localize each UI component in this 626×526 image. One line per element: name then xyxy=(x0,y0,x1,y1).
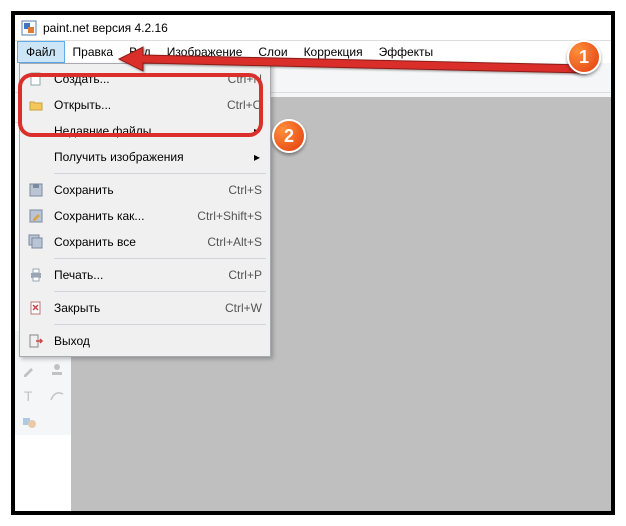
menu-item-new[interactable]: Создать... Ctrl+N xyxy=(22,66,268,92)
menu-item-close[interactable]: Закрыть Ctrl+W xyxy=(22,295,268,321)
menu-item-save-all[interactable]: Сохранить все Ctrl+Alt+S xyxy=(22,229,268,255)
submenu-arrow-icon: ▸ xyxy=(252,150,262,164)
tool-empty xyxy=(43,409,71,435)
tool-shapes[interactable] xyxy=(15,409,43,435)
menu-item-save-as[interactable]: Сохранить как... Ctrl+Shift+S xyxy=(22,203,268,229)
menu-adjustments[interactable]: Коррекция xyxy=(296,41,371,63)
menu-image[interactable]: Изображение xyxy=(159,41,251,63)
menu-separator xyxy=(54,258,266,259)
window-title: paint.net версия 4.2.16 xyxy=(43,21,168,35)
menu-file[interactable]: Файл xyxy=(17,41,65,63)
titlebar: paint.net версия 4.2.16 xyxy=(15,15,611,41)
menu-item-acquire[interactable]: Получить изображения ▸ xyxy=(22,144,268,170)
menu-separator xyxy=(54,291,266,292)
save-all-icon xyxy=(22,234,50,250)
file-menu-dropdown: Создать... Ctrl+N Открыть... Ctrl+O Неда… xyxy=(19,63,271,357)
menubar: Файл Правка Вид Изображение Слои Коррекц… xyxy=(15,41,611,63)
save-icon xyxy=(22,182,50,198)
annotation-marker-2: 2 xyxy=(272,119,306,153)
tool-line[interactable] xyxy=(43,383,71,409)
tool-recolor[interactable] xyxy=(15,357,43,383)
exit-icon xyxy=(22,333,50,349)
menu-item-print[interactable]: Печать... Ctrl+P xyxy=(22,262,268,288)
submenu-arrow-icon: ▸ xyxy=(252,124,262,138)
menu-item-recent[interactable]: Недавние файлы ▸ xyxy=(22,118,268,144)
open-folder-icon xyxy=(22,97,50,113)
menu-separator xyxy=(54,173,266,174)
app-icon xyxy=(21,20,37,36)
menu-effects[interactable]: Эффекты xyxy=(371,41,442,63)
close-file-icon xyxy=(22,300,50,316)
menu-layers[interactable]: Слои xyxy=(250,41,295,63)
tool-text[interactable]: T xyxy=(15,383,43,409)
menu-edit[interactable]: Правка xyxy=(65,41,122,63)
svg-text:T: T xyxy=(24,388,33,404)
menu-view[interactable]: Вид xyxy=(121,41,159,63)
menu-separator xyxy=(54,324,266,325)
new-file-icon xyxy=(22,71,50,87)
save-as-icon xyxy=(22,208,50,224)
annotation-marker-1: 1 xyxy=(567,40,601,74)
print-icon xyxy=(22,267,50,283)
tool-stamp[interactable] xyxy=(43,357,71,383)
menu-item-open[interactable]: Открыть... Ctrl+O xyxy=(22,92,268,118)
menu-item-exit[interactable]: Выход xyxy=(22,328,268,354)
menu-item-save[interactable]: Сохранить Ctrl+S xyxy=(22,177,268,203)
